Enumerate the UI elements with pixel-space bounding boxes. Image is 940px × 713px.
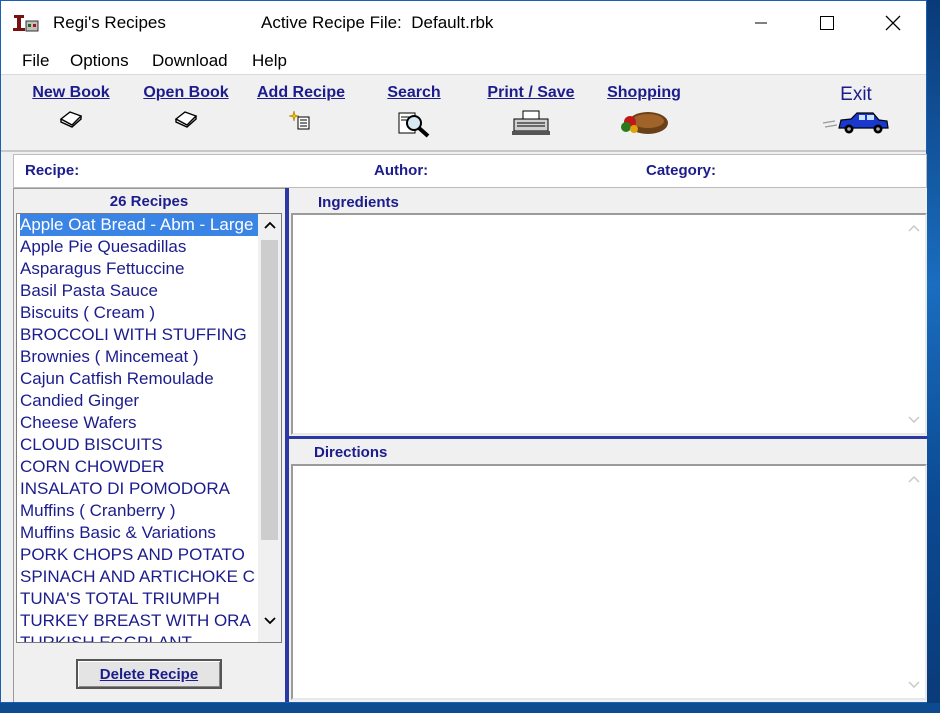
recipe-list-item[interactable]: Muffins ( Cranberry ) [20, 500, 258, 522]
shopping-basket-icon [621, 112, 668, 134]
recipe-list-item[interactable]: TURKISH EGGPLANT [20, 632, 258, 642]
chevron-down-icon [263, 617, 276, 625]
active-file-label: Active Recipe File: [261, 13, 402, 32]
print-save-label: Print / Save [487, 84, 575, 101]
ingredients-textarea[interactable] [291, 213, 927, 435]
recipe-list-item[interactable]: Cheese Wafers [20, 412, 258, 434]
recipe-list-item[interactable]: TURKEY BREAST WITH ORA [20, 610, 258, 632]
chevron-up-icon [263, 221, 276, 229]
desktop-background [926, 0, 940, 713]
desktop-taskbar-edge [0, 703, 940, 713]
scrollbar-thumb[interactable] [261, 240, 278, 540]
recipe-list-item[interactable]: INSALATO DI POMODORA [20, 478, 258, 500]
exit-label: Exit [840, 84, 872, 105]
chevron-down-icon [908, 416, 920, 424]
recipe-list-item[interactable]: Basil Pasta Sauce [20, 280, 258, 302]
title-bar: Regi's Recipes Active Recipe File: Defau… [1, 1, 926, 45]
scroll-down-button[interactable] [258, 610, 281, 632]
menu-options[interactable]: Options [70, 51, 129, 71]
menu-file[interactable]: File [22, 51, 49, 71]
new-document-sparkle-icon [289, 110, 310, 130]
book-icon [59, 111, 83, 128]
section-divider[interactable] [289, 436, 927, 439]
shopping-label: Shopping [607, 84, 681, 101]
menu-bar: File Options Download Help [1, 45, 926, 75]
active-file-name: Default.rbk [411, 13, 494, 32]
recipe-list-item[interactable]: Brownies ( Mincemeat ) [20, 346, 258, 368]
close-icon [885, 15, 901, 31]
recipe-listbox[interactable]: Apple Oat Bread - Abm - Large Apple Pie Q… [16, 213, 282, 643]
search-label: Search [387, 84, 441, 101]
recipe-list-item[interactable]: CORN CHOWDER [20, 456, 258, 478]
directions-title: Directions [314, 444, 388, 461]
app-window: Regi's Recipes Active Recipe File: Defau… [0, 0, 927, 703]
ingredients-title: Ingredients [318, 194, 399, 211]
minimize-button[interactable] [728, 1, 794, 45]
recipe-list-item[interactable]: Candied Ginger [20, 390, 258, 412]
printer-icon [512, 110, 550, 135]
directions-textarea[interactable] [291, 464, 927, 700]
scroll-up-button[interactable] [258, 214, 281, 236]
recipe-list-item[interactable]: CLOUD BISCUITS [20, 434, 258, 456]
recipe-info-bar: Recipe: Author: Category: [13, 154, 927, 188]
recipe-list-item[interactable]: Muffins Basic & Variations [20, 522, 258, 544]
recipe-list-item[interactable]: PORK CHOPS AND POTATO [20, 544, 258, 566]
recipe-detail-panel: Ingredients Directions [289, 188, 927, 702]
recipe-label: Recipe: [25, 162, 80, 179]
chevron-up-icon [908, 475, 920, 483]
active-file-indicator: Active Recipe File: Default.rbk [261, 13, 493, 33]
chevron-down-icon [908, 681, 920, 689]
recipe-list-panel: 26 Recipes Apple Oat Bread - Abm - Large… [13, 188, 285, 702]
recipe-list-item[interactable]: Apple Oat Bread - Abm - Large [20, 214, 258, 236]
author-label: Author: [374, 162, 429, 179]
app-logo-icon [13, 15, 39, 32]
recipe-list-item[interactable]: SPINACH AND ARTICHOKE C [20, 566, 258, 588]
menu-download[interactable]: Download [152, 51, 228, 71]
exit-button[interactable]: Exit [817, 84, 895, 136]
chevron-up-icon [908, 224, 920, 232]
new-book-button[interactable]: New Book [29, 84, 113, 128]
search-button[interactable]: Search [384, 84, 444, 138]
maximize-button[interactable] [794, 1, 860, 45]
car-exit-icon [822, 112, 889, 134]
recipe-list-item[interactable]: Apple Pie Quesadillas [20, 236, 258, 258]
recipe-list-scrollbar[interactable] [258, 214, 281, 642]
menu-help[interactable]: Help [252, 51, 287, 71]
add-recipe-label: Add Recipe [256, 84, 345, 101]
shopping-button[interactable]: Shopping [603, 84, 685, 136]
recipe-list-item[interactable]: Cajun Catfish Remoulade [20, 368, 258, 390]
print-save-button[interactable]: Print / Save [483, 84, 579, 136]
recipe-list-item[interactable]: TUNA'S TOTAL TRIUMPH [20, 588, 258, 610]
open-book-label: Open Book [143, 84, 229, 101]
recipe-list-item[interactable]: BROCCOLI WITH STUFFING [20, 324, 258, 346]
recipe-count: 26 Recipes [109, 193, 189, 210]
open-book-icon [174, 111, 198, 128]
add-recipe-button[interactable]: Add Recipe [254, 84, 348, 130]
recipe-list-item[interactable]: Asparagus Fettuccine [20, 258, 258, 280]
new-book-label: New Book [32, 84, 110, 101]
close-button[interactable] [860, 1, 926, 45]
minimize-icon [755, 22, 767, 24]
maximize-icon [820, 16, 834, 30]
category-label: Category: [646, 162, 717, 179]
toolbar: New Book Open Book Add Recipe Search Pri… [1, 76, 926, 152]
magnifier-search-icon [398, 112, 430, 138]
app-title: Regi's Recipes [53, 13, 166, 32]
open-book-button[interactable]: Open Book [141, 84, 231, 128]
delete-recipe-button[interactable]: Delete Recipe [76, 659, 222, 689]
recipe-list-item[interactable]: Biscuits ( Cream ) [20, 302, 258, 324]
